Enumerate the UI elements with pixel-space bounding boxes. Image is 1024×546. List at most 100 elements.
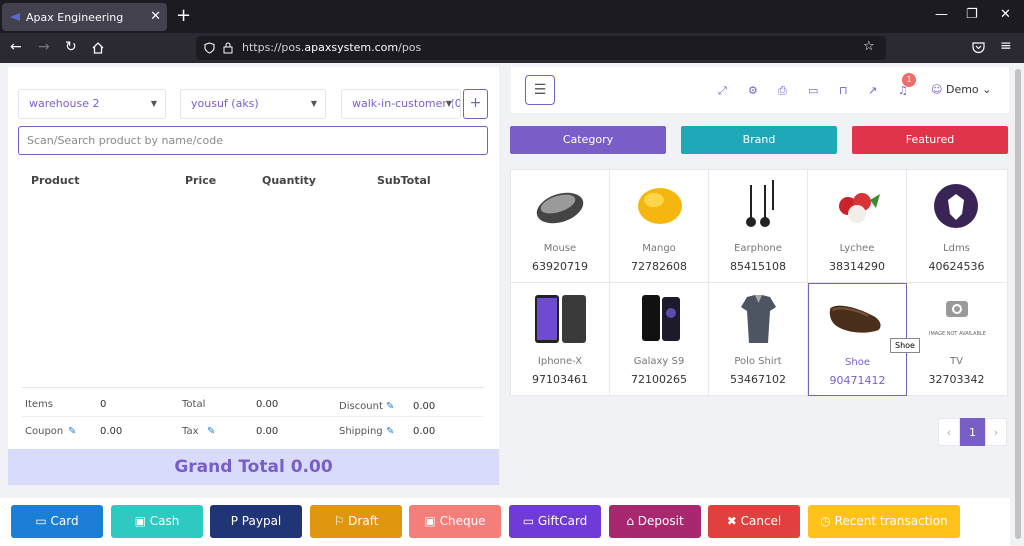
grand-total: Grand Total 0.00 <box>8 449 499 485</box>
product-card[interactable]: Iphone-X 97103461 <box>511 283 610 396</box>
divider <box>22 387 484 388</box>
product-name: Polo Shirt <box>734 356 782 367</box>
coupon-value: 0.00 <box>100 426 123 437</box>
deposit-button[interactable]: ⌂ Deposit <box>609 505 701 538</box>
polo-shirt-image <box>741 295 776 343</box>
product-card[interactable]: Galaxy S9 72100265 <box>610 283 709 396</box>
customer-select[interactable]: walk-in-customer (0 ▼ <box>341 89 461 119</box>
lychee-image <box>839 193 880 223</box>
user-menu[interactable]: ☺ Demo ⌄ <box>931 83 991 96</box>
cheque-button[interactable]: ▣ Cheque <box>409 505 501 538</box>
button-label: Recent transaction <box>834 514 948 528</box>
menu-toggle-button[interactable]: ☰ <box>525 75 555 105</box>
warehouse-select[interactable]: warehouse 2 ▼ <box>18 89 166 119</box>
product-name: TV <box>950 356 963 367</box>
product-card[interactable]: Earphone 85415108 <box>709 170 808 283</box>
restore-icon[interactable]: ❐ <box>966 7 978 22</box>
product-name: Galaxy S9 <box>633 356 685 367</box>
recent-transaction-button[interactable]: ◷ Recent transaction <box>808 505 960 538</box>
image-not-available-text: IMAGE NOT AVAILABLE <box>929 331 986 337</box>
edit-shipping-icon[interactable]: ✎ <box>386 426 396 437</box>
address-bar[interactable]: https://pos.apaxsystem.com/pos ☆ <box>196 36 886 60</box>
briefcase-icon[interactable]: ▭ <box>808 84 818 97</box>
printer-icon[interactable]: ⎙ <box>778 84 787 98</box>
add-customer-button[interactable]: + <box>463 89 488 119</box>
shopping-bag-icon[interactable]: ⊓ <box>839 84 848 97</box>
tab-close-icon[interactable]: ✕ <box>150 9 161 24</box>
tax-value: 0.00 <box>256 426 279 437</box>
bank-icon: ⌂ <box>626 514 634 528</box>
fullscreen-icon[interactable]: ⤢ <box>718 84 727 98</box>
url-text: https://pos.apaxsystem.com/pos <box>242 41 422 54</box>
product-name: Mouse <box>543 243 577 254</box>
product-card[interactable]: Lychee 38314290 <box>808 170 907 283</box>
mouse-image <box>536 192 584 224</box>
pagination-next[interactable]: › <box>985 418 1007 446</box>
pagination-page-1[interactable]: 1 <box>960 418 985 446</box>
divider <box>22 416 484 417</box>
bookmark-star-icon[interactable]: ☆ <box>863 39 875 54</box>
giftcard-button[interactable]: ▭ GiftCard <box>509 505 601 538</box>
product-code: 97103461 <box>532 373 588 386</box>
back-icon[interactable]: ← <box>10 39 22 55</box>
money-icon: ▣ <box>424 514 436 528</box>
shield-icon[interactable] <box>204 42 215 54</box>
tax-label: Tax <box>182 426 199 437</box>
user-icon: ☺ <box>931 83 943 96</box>
caret-down-icon: ▼ <box>310 99 317 108</box>
cancel-button[interactable]: ✖ Cancel <box>708 505 800 538</box>
draft-button[interactable]: ⚐ Draft <box>310 505 402 538</box>
caret-down-icon: ▼ <box>445 99 452 108</box>
edit-discount-icon[interactable]: ✎ <box>386 401 396 412</box>
mango-image <box>638 188 682 224</box>
product-search-input[interactable]: Scan/Search product by name/code <box>18 126 488 155</box>
product-code: 53467102 <box>730 373 786 386</box>
lock-icon[interactable] <box>223 42 233 54</box>
user-select[interactable]: yousuf (aks) ▼ <box>180 89 326 119</box>
customer-value: walk-in-customer (0 <box>352 97 461 110</box>
new-tab-button[interactable]: + <box>176 5 191 26</box>
button-label: Draft <box>348 514 379 528</box>
product-card[interactable]: Ldms 40624536 <box>907 170 1006 283</box>
edit-coupon-icon[interactable]: ✎ <box>68 426 78 437</box>
pocket-icon[interactable] <box>972 42 985 54</box>
product-card[interactable]: Mouse 63920719 <box>511 170 610 283</box>
card-button[interactable]: ▭ Card <box>11 505 103 538</box>
col-subtotal: SubTotal <box>377 174 431 187</box>
tooltip: Shoe <box>890 338 920 353</box>
product-code: 32703342 <box>928 373 985 386</box>
browser-tab[interactable]: Apax Engineering ✕ <box>2 3 167 31</box>
home-icon[interactable] <box>92 42 104 54</box>
window-close-icon[interactable]: ✕ <box>1000 7 1011 22</box>
scrollbar-thumb[interactable] <box>1015 69 1021 539</box>
brand-button[interactable]: Brand <box>681 126 837 154</box>
category-button[interactable]: Category <box>510 126 666 154</box>
product-card[interactable]: IMAGE NOT AVAILABLE TV 32703342 <box>907 283 1006 396</box>
chart-line-icon[interactable]: ↗ <box>868 84 877 97</box>
edit-tax-icon[interactable]: ✎ <box>207 426 217 437</box>
menu-icon[interactable]: ≡ <box>1000 38 1012 54</box>
shoe-image <box>829 305 881 333</box>
product-card[interactable]: Polo Shirt 53467102 <box>709 283 808 396</box>
page-scrollbar[interactable] <box>1012 63 1024 546</box>
credit-card-icon: ▭ <box>522 514 535 528</box>
shipping-value: 0.00 <box>413 426 436 437</box>
lion-logo-image <box>934 184 978 228</box>
forward-icon[interactable]: → <box>38 39 50 55</box>
earphone-image <box>746 180 774 227</box>
cash-button[interactable]: ▣ Cash <box>111 505 203 538</box>
flag-icon: ⚐ <box>333 514 345 528</box>
product-name: Lychee <box>839 243 875 254</box>
product-code: 40624536 <box>928 260 985 273</box>
pagination-prev[interactable]: ‹ <box>938 418 960 446</box>
reload-icon[interactable]: ↻ <box>65 39 77 55</box>
product-card[interactable]: Mango 72782608 <box>610 170 709 283</box>
settings-icon[interactable]: ⚙ <box>748 84 758 97</box>
product-grid: Mouse 63920719 Mango 72782608 Earphone 8… <box>510 169 1008 396</box>
money-icon: ▣ <box>134 514 146 528</box>
paypal-button[interactable]: P Paypal <box>210 505 302 538</box>
featured-button[interactable]: Featured <box>852 126 1008 154</box>
button-label: Cheque <box>439 514 486 528</box>
minimize-icon[interactable]: — <box>935 7 948 22</box>
top-toolbar: ☰ ⤢ ⚙ ⎙ ▭ ⊓ ↗ ♫ 1 ☺ Demo ⌄ <box>511 67 1009 113</box>
